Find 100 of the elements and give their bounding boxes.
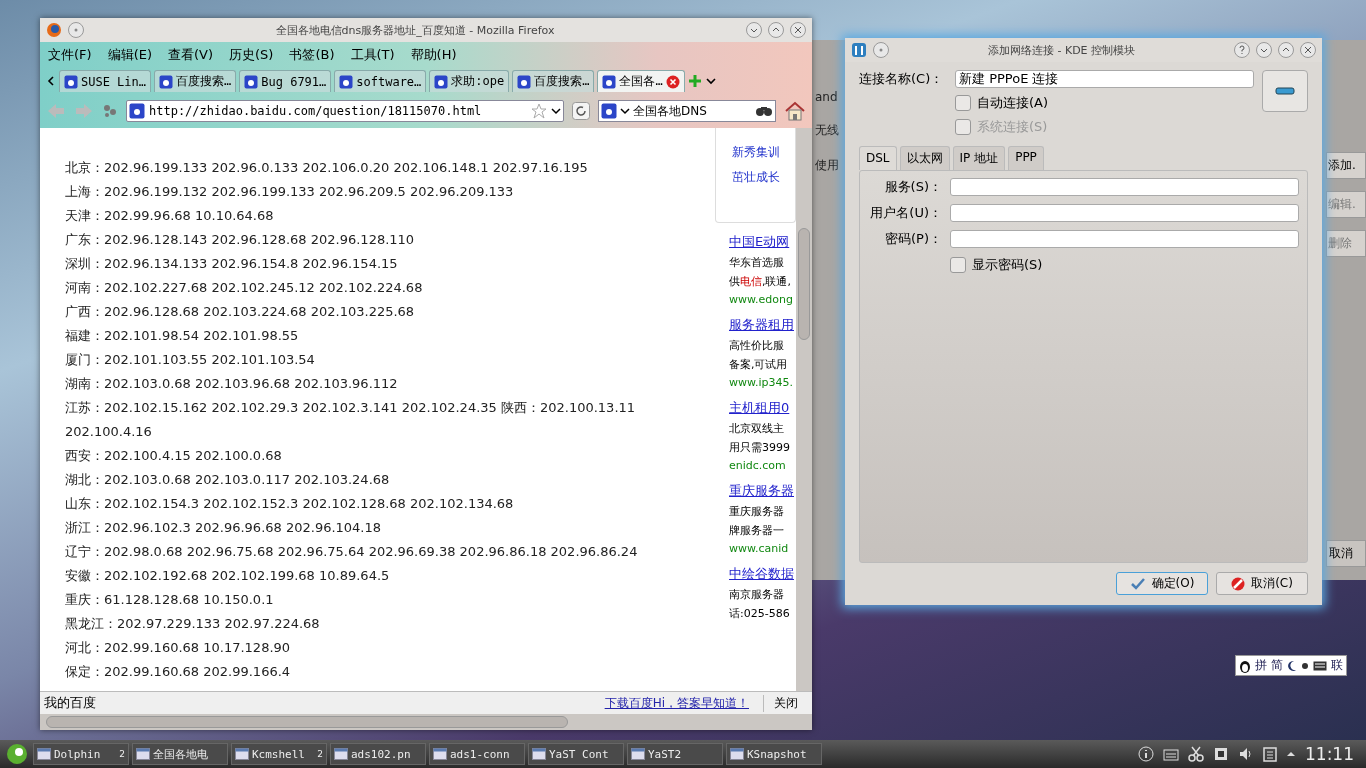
- tab-list-icon[interactable]: [704, 75, 717, 87]
- scissors-icon[interactable]: [1188, 746, 1204, 762]
- menu-item[interactable]: 编辑(E): [107, 46, 152, 64]
- network-icon[interactable]: [1213, 746, 1229, 762]
- browser-tab[interactable]: 百度搜索…: [512, 70, 595, 92]
- vertical-scrollbar[interactable]: [796, 128, 812, 691]
- side-link[interactable]: 茁壮成长: [732, 169, 795, 186]
- ime-button[interactable]: 联: [1331, 657, 1343, 674]
- text-field[interactable]: [950, 178, 1299, 196]
- penguin-icon[interactable]: [1239, 658, 1251, 673]
- text-field[interactable]: [950, 204, 1299, 222]
- tab[interactable]: PPP: [1008, 146, 1044, 170]
- ad-text: 华东首选服: [729, 255, 785, 270]
- window-icon: [532, 747, 546, 761]
- icon-button[interactable]: [1262, 70, 1308, 112]
- horizontal-scrollbar[interactable]: [40, 714, 812, 730]
- checkbox[interactable]: 自动连接(A): [955, 94, 1254, 112]
- text-field[interactable]: [950, 230, 1299, 248]
- task-label: Kcmshell: [252, 747, 306, 761]
- scroll-thumb[interactable]: [46, 716, 568, 728]
- help-button[interactable]: [1234, 42, 1250, 58]
- task-button[interactable]: ads1-conn: [429, 743, 525, 765]
- star-icon[interactable]: [531, 103, 547, 119]
- connection-name-field[interactable]: 新建 PPPoE 连接: [955, 70, 1254, 88]
- info-icon[interactable]: [1138, 746, 1154, 762]
- tab-label: SUSE Lin…: [81, 74, 147, 89]
- maximize-button[interactable]: [768, 22, 784, 38]
- ad-url: www.ip345.: [729, 376, 794, 389]
- search-icon[interactable]: [755, 104, 773, 118]
- close-button[interactable]: 关闭: [763, 694, 808, 712]
- keyboard-icon[interactable]: [1313, 660, 1327, 671]
- minimize-button[interactable]: [746, 22, 762, 38]
- expand-tray-icon[interactable]: [1286, 749, 1296, 759]
- molecule-icon[interactable]: [102, 103, 118, 119]
- browser-tab[interactable]: 百度搜索…: [154, 70, 237, 92]
- scroll-left-icon[interactable]: [46, 75, 56, 87]
- task-button[interactable]: KSnapshot: [726, 743, 822, 765]
- dns-entry: 上海：202.96.199.132 202.96.199.133 202.96.209.5 202.96.209.133: [65, 183, 515, 201]
- tab-label: 全国各…: [619, 73, 663, 90]
- ad-title[interactable]: 中绘谷数据: [729, 565, 796, 583]
- clipboard-icon[interactable]: [1263, 746, 1277, 762]
- menu-item[interactable]: 历史(S): [229, 46, 274, 64]
- close-button[interactable]: [1300, 42, 1316, 58]
- home-icon[interactable]: [784, 101, 806, 121]
- menu-item[interactable]: 书签(B): [289, 46, 335, 64]
- cancel-button[interactable]: 取消: [1326, 540, 1366, 567]
- paw-icon: [601, 103, 617, 119]
- ad-title[interactable]: 主机租用0: [729, 399, 796, 417]
- search-field[interactable]: 全国各地DNS: [598, 100, 776, 122]
- dns-entry: 西安：202.100.4.15 202.100.0.68: [65, 447, 283, 465]
- menu-item[interactable]: 工具(T): [350, 46, 395, 64]
- task-count: 2: [119, 749, 125, 759]
- maximize-button[interactable]: [1278, 42, 1294, 58]
- task-label: YaST2: [648, 747, 683, 761]
- browser-tab[interactable]: Bug 6791…: [239, 70, 332, 92]
- cancel-button[interactable]: 取消(C): [1216, 572, 1308, 595]
- task-button[interactable]: Dolphin 2: [33, 743, 129, 765]
- task-button[interactable]: ads102.pn: [330, 743, 426, 765]
- close-tab-icon[interactable]: [665, 74, 680, 89]
- field-label: 服务(S)：: [883, 178, 942, 196]
- dot-icon[interactable]: [1301, 661, 1309, 670]
- scroll-thumb[interactable]: [798, 228, 810, 340]
- ok-button[interactable]: 确定(O): [1116, 572, 1208, 595]
- ad-title[interactable]: 中国E动网: [729, 233, 796, 251]
- tab-label: 求助:ope: [451, 73, 505, 90]
- browser-tab[interactable]: 求助:ope: [429, 70, 510, 92]
- volume-icon[interactable]: [1238, 746, 1254, 762]
- tab[interactable]: DSL: [859, 146, 897, 170]
- task-button[interactable]: 全国各地电: [132, 743, 228, 765]
- address-bar[interactable]: http://zhidao.baidu.com/question/18115070.html: [126, 100, 564, 122]
- ad-url: www.canid: [729, 542, 790, 555]
- tab[interactable]: IP 地址: [952, 146, 1006, 170]
- task-button[interactable]: Kcmshell 2: [231, 743, 327, 765]
- browser-tab[interactable]: software…: [334, 70, 427, 92]
- moon-icon[interactable]: [1287, 659, 1297, 672]
- reload-icon[interactable]: [572, 102, 590, 120]
- menu-item[interactable]: 文件(F): [48, 46, 92, 64]
- ad-title[interactable]: 服务器租用: [729, 316, 796, 334]
- dropdown-icon[interactable]: [551, 106, 561, 116]
- download-link[interactable]: 下载百度Hi，答案早知道！: [590, 694, 763, 712]
- browser-tab[interactable]: 全国各…: [597, 70, 685, 92]
- ad-text: 高性价比服: [729, 338, 785, 353]
- task-button[interactable]: YaST2: [627, 743, 723, 765]
- favicon-icon: [602, 74, 617, 89]
- dns-entry: 广东：202.96.128.143 202.96.128.68 202.96.128.110: [65, 231, 416, 249]
- ime-button[interactable]: 拼: [1255, 657, 1267, 674]
- menu-item[interactable]: 帮助(H): [410, 46, 457, 64]
- toolbar-label[interactable]: 我的百度: [44, 694, 591, 712]
- ad-title[interactable]: 重庆服务器: [729, 482, 796, 500]
- side-link[interactable]: 新秀集训: [732, 144, 795, 161]
- checkbox[interactable]: 显示密码(S): [950, 256, 1299, 274]
- close-button[interactable]: [790, 22, 806, 38]
- task-button[interactable]: YaST Cont: [528, 743, 624, 765]
- ime-button[interactable]: 简: [1271, 657, 1283, 674]
- side-button[interactable]: 添加.: [1326, 152, 1366, 179]
- browser-tab[interactable]: SUSE Lin…: [59, 70, 152, 92]
- start-menu-icon[interactable]: [4, 742, 30, 766]
- minimize-button[interactable]: [1256, 42, 1272, 58]
- menu-item[interactable]: 查看(V): [168, 46, 214, 64]
- tab[interactable]: 以太网: [899, 146, 950, 170]
